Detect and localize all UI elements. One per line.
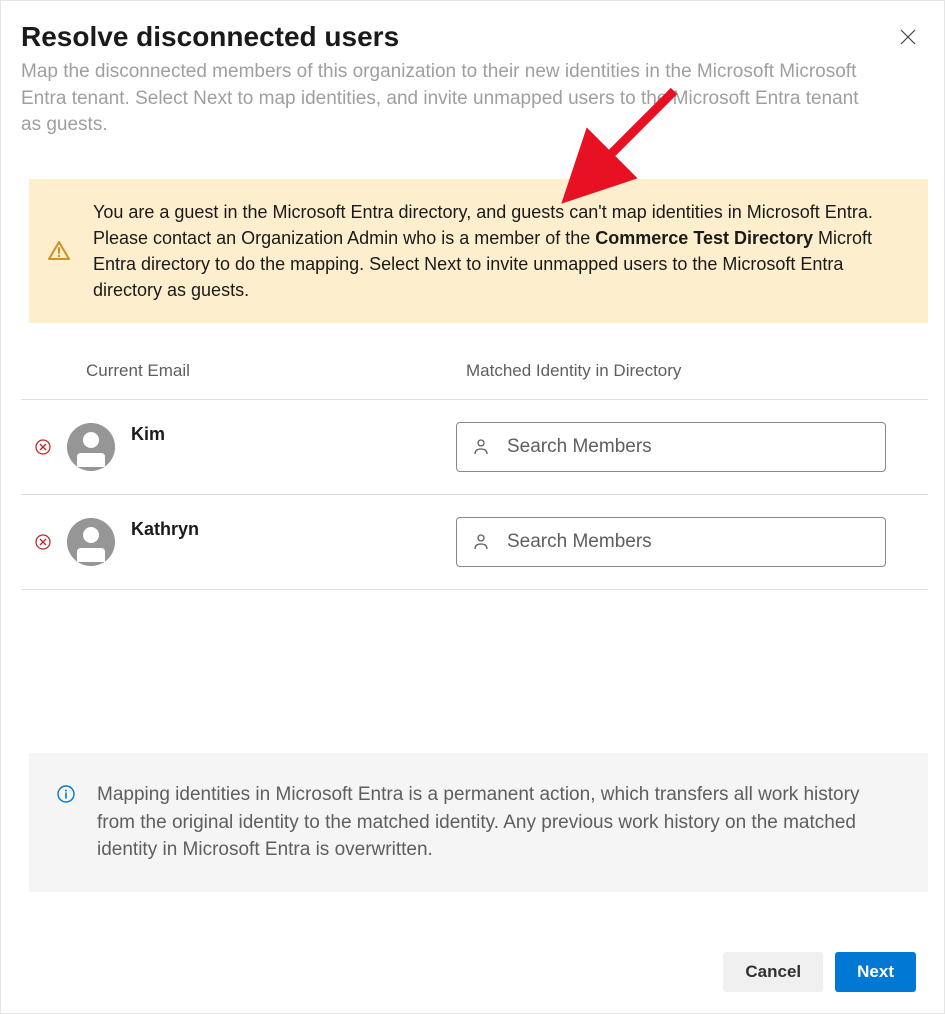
table-row: Kim bbox=[21, 400, 928, 495]
table-header: Current Email Matched Identity in Direct… bbox=[21, 353, 928, 400]
resolve-disconnected-users-dialog: Resolve disconnected users Map the disco… bbox=[1, 1, 944, 1013]
warning-message: You are a guest in the Microsoft Entra d… bbox=[93, 199, 904, 303]
column-header-matched-identity: Matched Identity in Directory bbox=[466, 361, 681, 381]
search-members-input[interactable] bbox=[456, 422, 886, 472]
avatar bbox=[67, 518, 115, 566]
dialog-title: Resolve disconnected users bbox=[21, 21, 399, 53]
column-header-current-email: Current Email bbox=[86, 361, 466, 381]
search-members-wrapper bbox=[456, 517, 886, 567]
avatar bbox=[67, 423, 115, 471]
remove-user-icon[interactable] bbox=[35, 534, 51, 550]
users-table-wrapper[interactable]: Current Email Matched Identity in Direct… bbox=[21, 353, 928, 703]
table-row: Kathryn bbox=[21, 495, 928, 590]
person-search-icon bbox=[472, 533, 490, 551]
info-message: Mapping identities in Microsoft Entra is… bbox=[97, 781, 898, 864]
close-button[interactable] bbox=[892, 21, 924, 53]
info-icon bbox=[57, 785, 75, 803]
search-members-wrapper bbox=[456, 422, 886, 472]
person-search-icon bbox=[472, 438, 490, 456]
remove-user-icon[interactable] bbox=[35, 439, 51, 455]
dialog-footer: Cancel Next bbox=[21, 936, 924, 1008]
info-banner: Mapping identities in Microsoft Entra is… bbox=[29, 753, 928, 892]
dialog-subtitle: Map the disconnected members of this org… bbox=[21, 59, 924, 139]
cancel-button[interactable]: Cancel bbox=[723, 952, 823, 992]
next-button[interactable]: Next bbox=[835, 952, 916, 992]
user-name: Kathryn bbox=[131, 519, 456, 540]
guest-warning-banner: You are a guest in the Microsoft Entra d… bbox=[29, 179, 928, 323]
dialog-header: Resolve disconnected users bbox=[21, 21, 924, 53]
warning-icon bbox=[47, 239, 71, 263]
close-icon bbox=[900, 29, 916, 45]
scroll-spacer bbox=[21, 590, 928, 703]
search-members-input[interactable] bbox=[456, 517, 886, 567]
user-name: Kim bbox=[131, 424, 456, 445]
warning-directory-name: Commerce Test Directory bbox=[595, 228, 813, 248]
